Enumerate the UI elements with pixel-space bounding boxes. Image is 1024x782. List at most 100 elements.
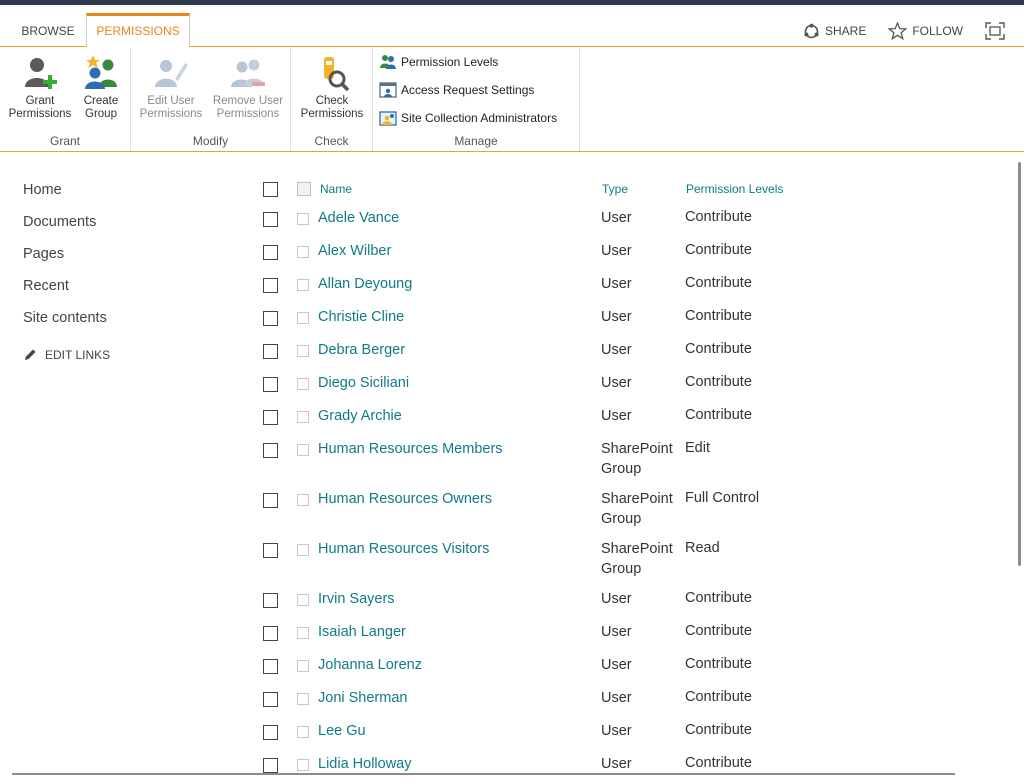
- row-name-link[interactable]: Adele Vance: [318, 210, 399, 226]
- table-row[interactable]: Human Resources Members SharePoint Group Ed…: [262, 434, 962, 484]
- table-row[interactable]: Johanna Lorenz User Contribute: [262, 650, 962, 683]
- table-row[interactable]: Lee Gu User Contribute: [262, 716, 962, 749]
- row-name-link[interactable]: Johanna Lorenz: [318, 657, 422, 673]
- row-name-link[interactable]: Christie Cline: [318, 309, 404, 325]
- grant-permissions-button[interactable]: Grant Permissions: [4, 53, 76, 121]
- row-checkbox[interactable]: [263, 311, 278, 326]
- header-type[interactable]: Type: [602, 182, 628, 196]
- row-checkbox[interactable]: [263, 443, 278, 458]
- table-row[interactable]: Grady Archie User Contribute: [262, 401, 962, 434]
- row-item-checkbox[interactable]: [297, 660, 309, 672]
- site-collection-administrators-button[interactable]: Site Collection Administrators: [379, 110, 557, 126]
- row-checkbox[interactable]: [263, 377, 278, 392]
- table-row[interactable]: Christie Cline User Contribute: [262, 302, 962, 335]
- nav-item-site-contents[interactable]: Site contents: [23, 306, 223, 338]
- tab-permissions[interactable]: PERMISSIONS: [86, 13, 190, 48]
- horizontal-scrollbar[interactable]: [12, 773, 955, 775]
- row-name-link[interactable]: Isaiah Langer: [318, 624, 406, 640]
- row-name-link[interactable]: Diego Siciliani: [318, 375, 409, 391]
- table-row[interactable]: Joni Sherman User Contribute: [262, 683, 962, 716]
- share-button[interactable]: SHARE: [803, 23, 866, 40]
- row-checkbox[interactable]: [263, 659, 278, 674]
- row-item-checkbox[interactable]: [297, 246, 309, 258]
- row-name-link[interactable]: Debra Berger: [318, 342, 405, 358]
- row-checkbox[interactable]: [263, 593, 278, 608]
- row-name-link[interactable]: Irvin Sayers: [318, 591, 395, 607]
- header-name[interactable]: Name: [320, 182, 352, 196]
- edit-links-label: EDIT LINKS: [45, 348, 111, 362]
- row-item-checkbox[interactable]: [297, 494, 309, 506]
- row-checkbox[interactable]: [263, 410, 278, 425]
- row-item-checkbox[interactable]: [297, 444, 309, 456]
- row-checkbox[interactable]: [263, 543, 278, 558]
- row-checkbox[interactable]: [263, 212, 278, 227]
- table-row[interactable]: Human Resources Owners SharePoint Group Ful…: [262, 484, 962, 534]
- table-row[interactable]: Lidia Holloway User Contribute: [262, 749, 962, 782]
- edit-user-permissions-label-2: Permissions: [139, 108, 203, 120]
- share-icon: [804, 23, 819, 38]
- table-row[interactable]: Human Resources Visitors SharePoint Group R…: [262, 534, 962, 584]
- row-type: User: [601, 622, 681, 642]
- row-item-checkbox[interactable]: [297, 759, 309, 771]
- check-permissions-label-2: Permissions: [300, 108, 364, 120]
- row-name-link[interactable]: Human Resources Members: [318, 441, 503, 457]
- row-item-checkbox[interactable]: [297, 693, 309, 705]
- row-name-link[interactable]: Lidia Holloway: [318, 756, 412, 772]
- follow-button[interactable]: FOLLOW: [888, 22, 963, 40]
- table-row[interactable]: Irvin Sayers User Contribute: [262, 584, 962, 617]
- row-item-checkbox[interactable]: [297, 544, 309, 556]
- header-permission-levels[interactable]: Permission Levels: [686, 182, 783, 196]
- table-row[interactable]: Allan Deyoung User Contribute: [262, 269, 962, 302]
- edit-links-button[interactable]: EDIT LINKS: [23, 348, 223, 362]
- nav-item-home[interactable]: Home: [23, 178, 223, 210]
- row-item-checkbox[interactable]: [297, 411, 309, 423]
- row-checkbox[interactable]: [263, 344, 278, 359]
- nav-item-pages[interactable]: Pages: [23, 242, 223, 274]
- row-name-link[interactable]: Grady Archie: [318, 408, 402, 424]
- table-row[interactable]: Alex Wilber User Contribute: [262, 236, 962, 269]
- row-type-line: SharePoint: [601, 441, 673, 457]
- row-name-link[interactable]: Human Resources Owners: [318, 491, 492, 507]
- select-all-checkbox[interactable]: [263, 182, 278, 197]
- row-permission-level: Contribute: [685, 755, 752, 771]
- select-all-item-checkbox[interactable]: [297, 182, 311, 196]
- row-name-link[interactable]: Human Resources Visitors: [318, 541, 489, 557]
- access-request-settings-button[interactable]: Access Request Settings: [379, 82, 534, 98]
- nav-item-recent[interactable]: Recent: [23, 274, 223, 306]
- table-row[interactable]: Isaiah Langer User Contribute: [262, 617, 962, 650]
- row-checkbox[interactable]: [263, 626, 278, 641]
- row-checkbox[interactable]: [263, 493, 278, 508]
- focus-content-button[interactable]: [985, 22, 1010, 40]
- row-name-link[interactable]: Joni Sherman: [318, 690, 407, 706]
- table-row[interactable]: Debra Berger User Contribute: [262, 335, 962, 368]
- row-item-checkbox[interactable]: [297, 312, 309, 324]
- row-checkbox[interactable]: [263, 758, 278, 773]
- manage-group: Permission Levels Access Request Setting…: [373, 47, 580, 151]
- permission-levels-label: Permission Levels: [401, 55, 499, 69]
- remove-user-permissions-button[interactable]: Remove User Permissions: [208, 53, 288, 121]
- row-checkbox[interactable]: [263, 278, 278, 293]
- row-name-link[interactable]: Allan Deyoung: [318, 276, 412, 292]
- row-item-checkbox[interactable]: [297, 726, 309, 738]
- permission-levels-button[interactable]: Permission Levels: [379, 54, 498, 70]
- row-checkbox[interactable]: [263, 245, 278, 260]
- row-name-link[interactable]: Lee Gu: [318, 723, 366, 739]
- row-item-checkbox[interactable]: [297, 279, 309, 291]
- table-row[interactable]: Diego Siciliani User Contribute: [262, 368, 962, 401]
- row-item-checkbox[interactable]: [297, 213, 309, 225]
- vertical-scrollbar[interactable]: [1018, 162, 1021, 566]
- row-checkbox[interactable]: [263, 692, 278, 707]
- tab-browse[interactable]: BROWSE: [14, 13, 82, 46]
- row-name-link[interactable]: Alex Wilber: [318, 243, 391, 259]
- row-item-checkbox[interactable]: [297, 378, 309, 390]
- table-row[interactable]: Adele Vance User Contribute: [262, 203, 962, 236]
- row-permission-level: Contribute: [685, 623, 752, 639]
- row-checkbox[interactable]: [263, 725, 278, 740]
- nav-item-documents[interactable]: Documents: [23, 210, 223, 242]
- create-group-button[interactable]: Create Group: [78, 53, 124, 121]
- row-item-checkbox[interactable]: [297, 627, 309, 639]
- row-item-checkbox[interactable]: [297, 345, 309, 357]
- row-item-checkbox[interactable]: [297, 594, 309, 606]
- edit-user-permissions-button[interactable]: Edit User Permissions: [136, 53, 206, 121]
- check-permissions-button[interactable]: Check Permissions: [296, 53, 368, 121]
